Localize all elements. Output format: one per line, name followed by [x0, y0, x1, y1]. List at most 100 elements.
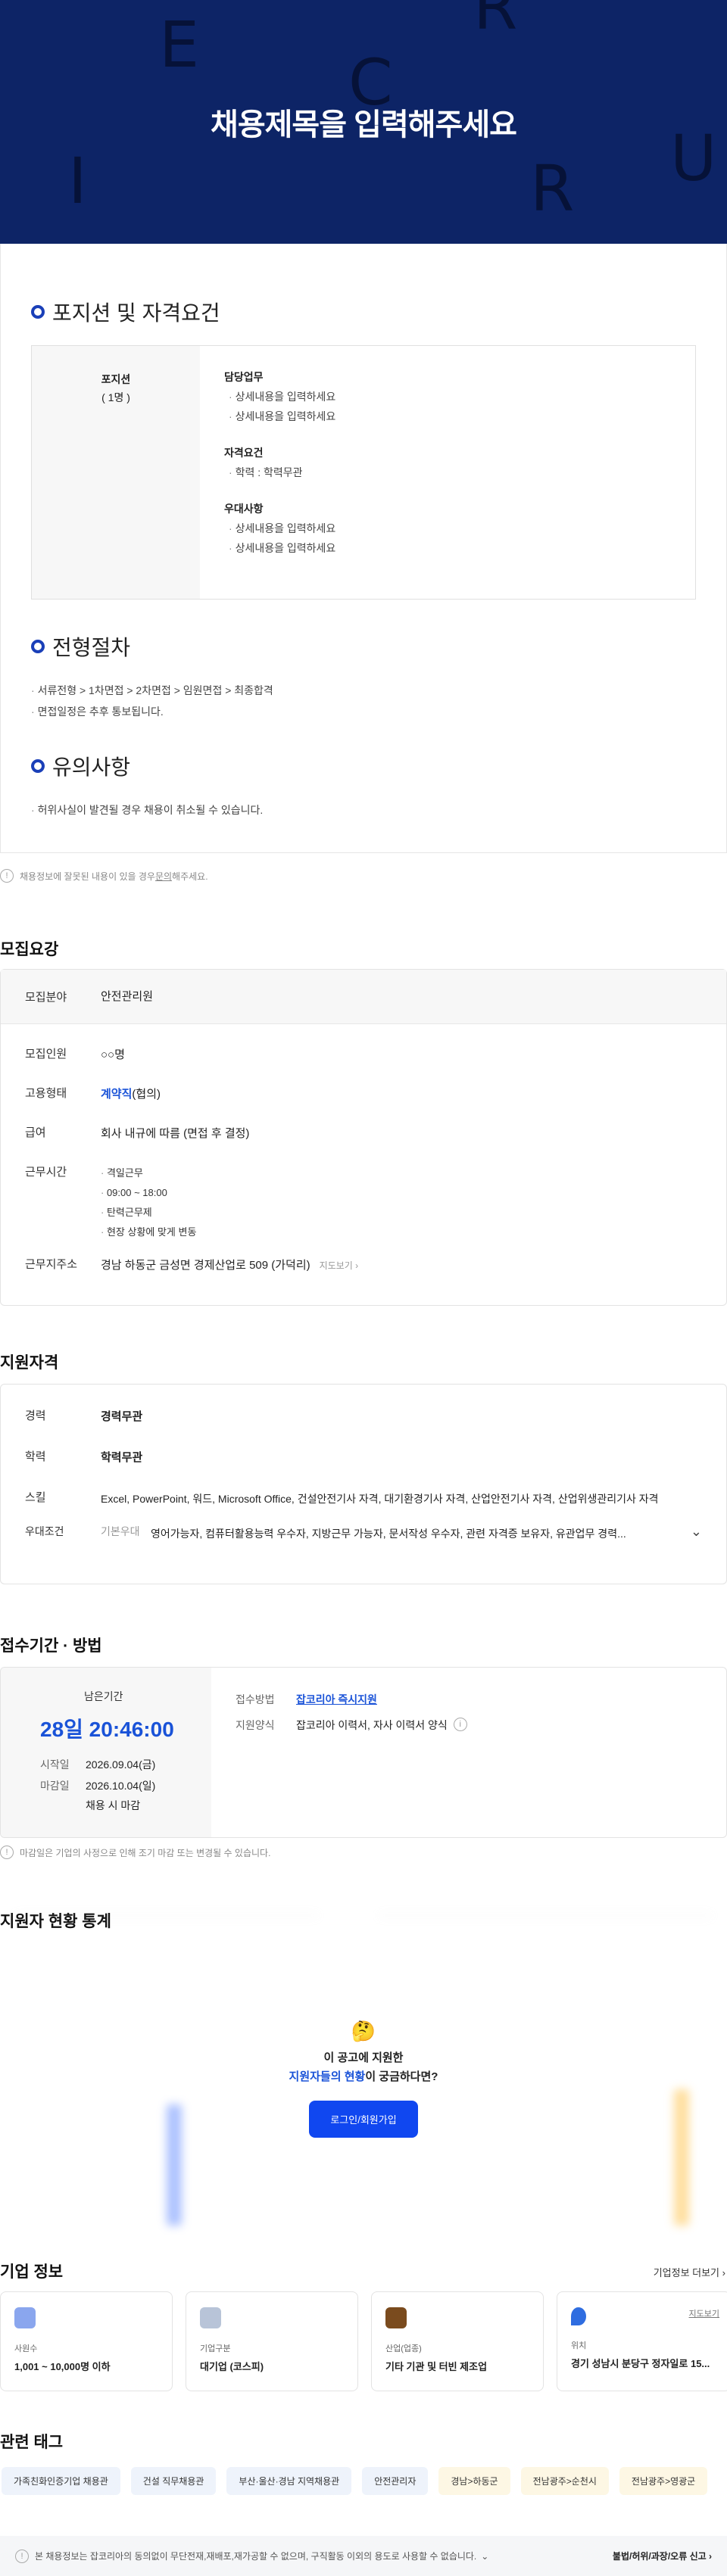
- group-item: 학력 : 학력무관: [224, 463, 335, 482]
- group-title: 자격요건: [224, 447, 264, 459]
- remain-label: 남은기간: [84, 1690, 123, 1702]
- hero-deco-letter: U: [670, 121, 717, 195]
- blurred-line: [379, 1915, 712, 1916]
- building-icon: [200, 2307, 221, 2328]
- qualification-title: 지원자격: [0, 1354, 59, 1372]
- row-label: 급여: [25, 1126, 46, 1139]
- position-count: ( 1명 ): [101, 391, 130, 403]
- map-link[interactable]: 지도보기: [689, 2307, 719, 2319]
- company-more-link[interactable]: 기업정보 더보기 ›: [654, 2265, 725, 2279]
- report-button-text: 불법/허위/과장/오류 신고: [612, 2551, 707, 2562]
- hours-item: 격일근무: [101, 1163, 702, 1183]
- report-link[interactable]: 문의: [155, 870, 172, 883]
- recruit-row-address: 근무지주소 경남 하동군 금성면 경제산업로 509 (가덕리) 지도보기 ›: [1, 1256, 726, 1276]
- group-item: 상세내용을 입력하세요: [224, 538, 336, 558]
- hero-deco-letter: E: [159, 8, 200, 82]
- form-row: 지원양식 잡코리아 이력서, 자사 이력서 양식 i: [236, 1718, 473, 1733]
- qual-row: 경력 경력무관: [1, 1407, 726, 1427]
- start-date: 2026.09.04(금): [86, 1758, 156, 1771]
- info-icon: !: [0, 1846, 14, 1859]
- end-date: 2026.10.04(일): [86, 1780, 156, 1792]
- tag-item[interactable]: 부산·울산·경남 지역채용관: [226, 2467, 352, 2495]
- chevron-right-icon: ›: [709, 2551, 712, 2562]
- hours-item: 현장 상황에 맞게 변동: [101, 1223, 702, 1242]
- tag-item[interactable]: 가족친화인증기업 채용관: [2, 2467, 120, 2495]
- card-label: 기업구분: [200, 2344, 231, 2353]
- form-value: 잡코리아 이력서, 자사 이력서 양식: [296, 1719, 448, 1731]
- location-pin-icon: [571, 2307, 586, 2325]
- address-value: 경남 하동군 금성면 경제산업로 509 (가덕리): [101, 1259, 310, 1272]
- row-label: 고용형태: [25, 1087, 67, 1100]
- row-value: ○○명: [101, 1048, 125, 1061]
- employment-type: 계약직: [101, 1088, 133, 1101]
- end-row: 마감일 2026.10.04(일): [40, 1778, 211, 1793]
- apply-card: 남은기간 28일 20:46:00 시작일 2026.09.04(금) 마감일 20…: [0, 1667, 727, 1838]
- remain-time: 28일 20:46:00: [40, 1718, 174, 1741]
- qualification-card: 경력 경력무관 학력 학력무관 스킬 Excel, PowerPoint, 워드, M…: [0, 1384, 727, 1584]
- caution-item: 허위사실이 발견될 경우 채용이 취소될 수 있습니다.: [31, 799, 696, 821]
- tag-item[interactable]: 안전관리자: [362, 2467, 429, 2495]
- group-title: 담당업무: [224, 371, 264, 383]
- info-icon[interactable]: i: [453, 1718, 467, 1731]
- blurred-line: [15, 1915, 318, 1916]
- prompt-highlight: 지원자들의 현황: [289, 2070, 366, 2083]
- row-label: 근무지주소: [25, 1258, 78, 1271]
- group-title: 우대사항: [224, 503, 264, 515]
- qual-row-pref: 우대조건 기본우대 영어가능자, 컴퓨터활용능력 우수자, 지방근무 가능자, 문서…: [1, 1524, 726, 1543]
- section-title-position: 포지션 및 자격요건: [31, 297, 696, 327]
- map-link[interactable]: 지도보기 ›: [320, 1260, 359, 1271]
- close-note: 채용 시 마감: [86, 1799, 141, 1811]
- company-card-industry: 산업(업종) 기타 기관 및 터빈 제조업: [371, 2291, 544, 2391]
- group-item: 상세내용을 입력하세요: [224, 387, 336, 406]
- company-title: 기업 정보: [0, 2263, 64, 2281]
- position-summary: 포지션 ( 1명 ): [32, 346, 200, 599]
- job-detail: 포지션 및 자격요건 포지션 ( 1명 ) 담당업무 상세내용을 입력하세요 상…: [0, 244, 727, 853]
- briefcase-icon: [385, 2307, 407, 2328]
- section-title-text: 전형절차: [52, 636, 131, 659]
- company-more-text: 기업정보 더보기: [653, 2267, 720, 2279]
- tag-item[interactable]: 전남광주>순천시: [520, 2467, 609, 2495]
- chevron-down-icon[interactable]: ⌄: [481, 2551, 488, 2562]
- form-label: 지원양식: [236, 1719, 275, 1731]
- info-icon: !: [15, 2549, 29, 2563]
- career-value: 경력무관: [101, 1410, 143, 1423]
- recruit-card: 모집분야 안전관리원 모집인원 ○○명 고용형태 계약직(협의) 급여 회사 내규에 따…: [0, 969, 727, 1306]
- report-notice: ! 채용정보에 잘못된 내용이 있을 경우 문의 해주세요.: [0, 869, 208, 883]
- start-row: 시작일 2026.09.04(금): [40, 1757, 211, 1772]
- tag-item[interactable]: 경남>하동군: [438, 2467, 510, 2495]
- field-label: 모집분야: [25, 991, 67, 1004]
- apply-notice-text: 마감일은 기업의 사정으로 인해 조기 마감 또는 변경될 수 있습니다.: [20, 1847, 271, 1858]
- position-label: 포지션: [101, 373, 131, 385]
- bullet-ring-icon: [31, 759, 45, 773]
- apply-period: 남은기간 28일 20:46:00 시작일 2026.09.04(금) 마감일 20…: [1, 1668, 211, 1837]
- report-notice-pre: 채용정보에 잘못된 내용이 있을 경우: [20, 871, 155, 882]
- group-item: 상세내용을 입력하세요: [224, 519, 336, 538]
- recruit-row: 모집인원 ○○명: [1, 1045, 726, 1065]
- apply-notice: ! 마감일은 기업의 사정으로 인해 조기 마감 또는 변경될 수 있습니다.: [0, 1846, 270, 1859]
- row-label: 경력: [25, 1409, 46, 1422]
- hero-deco-letter: R: [473, 0, 518, 44]
- section-title-process: 전형절차: [31, 631, 696, 662]
- card-label: 산업(업종): [385, 2344, 422, 2353]
- field-value: 안전관리원: [101, 989, 154, 1003]
- report-button[interactable]: 불법/허위/과장/오류 신고 ›: [613, 2550, 712, 2562]
- apply-now-link[interactable]: 잡코리아 즉시지원: [296, 1692, 377, 1707]
- section-title-text: 포지션 및 자격요건: [52, 301, 220, 325]
- chevron-down-icon[interactable]: ⌄: [691, 1524, 702, 1540]
- prompt-line2: 이 궁금하다면?: [365, 2070, 438, 2083]
- tag-item[interactable]: 건설 직무채용관: [130, 2467, 217, 2495]
- login-button[interactable]: 로그인/회원가입: [309, 2101, 418, 2138]
- recruit-row: 고용형태 계약직(협의): [1, 1085, 726, 1104]
- process-item: 면접일정은 추후 통보됩니다.: [31, 701, 696, 722]
- card-value: 1,001 ~ 10,000명 이하: [14, 2361, 111, 2372]
- map-link-text: 지도보기: [319, 1260, 353, 1271]
- chevron-right-icon: ›: [722, 2267, 725, 2279]
- group-item: 상세내용을 입력하세요: [224, 406, 336, 426]
- info-icon: !: [0, 869, 14, 883]
- row-value: 회사 내규에 따름 (면접 후 결정): [101, 1127, 250, 1140]
- footer-notice-text: 본 채용정보는 잡코리아의 동의없이 무단전재,재배포,재가공할 수 없으며, …: [35, 2551, 477, 2562]
- prompt-line1: 이 공고에 지원한: [323, 2051, 404, 2064]
- card-label: 위치: [571, 2341, 587, 2350]
- position-table: 포지션 ( 1명 ) 담당업무 상세내용을 입력하세요 상세내용을 입력하세요 …: [31, 345, 696, 600]
- tag-item[interactable]: 전남광주>영광군: [619, 2467, 708, 2495]
